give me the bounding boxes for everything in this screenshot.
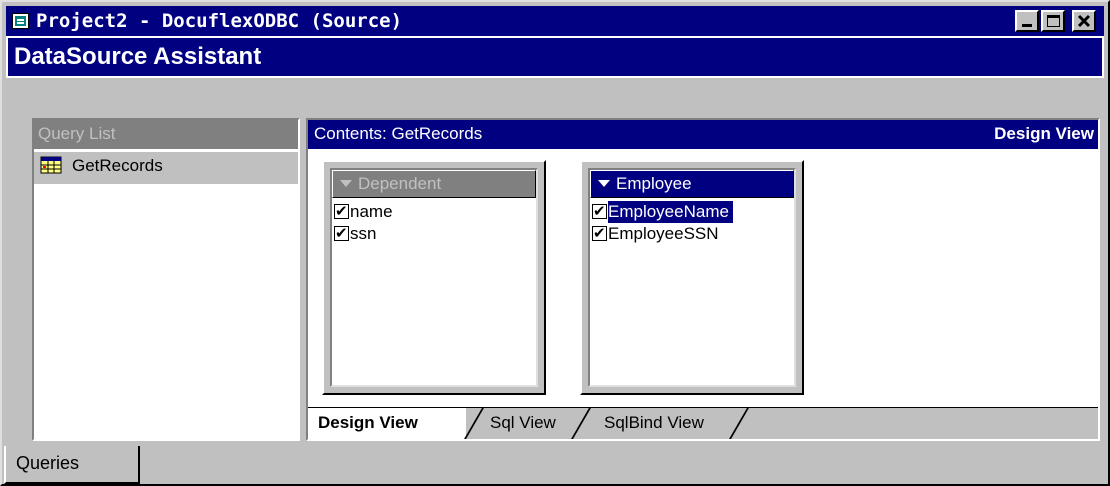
table-employee[interactable]: Employee EmployeeName EmployeeSSN xyxy=(580,160,804,395)
tab-divider xyxy=(464,408,484,439)
minimize-button[interactable] xyxy=(1015,10,1039,32)
query-list-panel: Query List GetRecords xyxy=(32,118,300,441)
field-name-checkbox[interactable] xyxy=(334,201,349,223)
table-employee-frame: Employee EmployeeName EmployeeSSN xyxy=(588,168,796,387)
application-icon[interactable] xyxy=(12,13,29,29)
table-employee-header[interactable]: Employee xyxy=(590,170,794,198)
dropdown-arrow-icon[interactable] xyxy=(340,180,352,188)
field-employeename-checkbox[interactable] xyxy=(592,201,607,223)
query-list-item-getrecords[interactable]: GetRecords xyxy=(34,152,298,184)
query-list-header: Query List xyxy=(34,120,298,149)
query-table-icon xyxy=(40,156,62,174)
window-title: Project2 - DocuflexODBC (Source) xyxy=(36,10,403,32)
tab-divider xyxy=(729,408,749,439)
current-view-name: Design View xyxy=(994,124,1094,143)
application-window: Project2 - DocuflexODBC (Source) DataSou… xyxy=(0,0,1110,486)
minimize-icon xyxy=(1022,24,1032,27)
view-tabs: Design View Sql View SqlBind View xyxy=(308,407,1098,439)
close-button[interactable] xyxy=(1072,10,1096,32)
contents-title: Contents: GetRecords xyxy=(314,124,483,143)
field-employeessn-checkbox[interactable] xyxy=(592,223,607,245)
table-dependent-frame: Dependent name ssn xyxy=(330,168,538,387)
title-bar[interactable]: Project2 - DocuflexODBC (Source) xyxy=(6,6,1104,36)
table-dependent-title: Dependent xyxy=(358,174,442,193)
close-icon xyxy=(1077,14,1091,28)
tab-queries[interactable]: Queries xyxy=(4,446,140,484)
contents-panel: Contents: GetRecords Design View Depende… xyxy=(306,118,1100,441)
field-employeename-label: EmployeeName xyxy=(608,201,733,223)
maximize-button[interactable] xyxy=(1041,10,1065,32)
maximize-icon xyxy=(1047,15,1060,27)
query-list-item-label: GetRecords xyxy=(72,156,163,175)
field-ssn-checkbox[interactable] xyxy=(334,223,349,245)
field-employeessn-label: EmployeeSSN xyxy=(608,224,719,243)
table-dependent-header[interactable]: Dependent xyxy=(332,170,536,198)
tab-design-view[interactable]: Design View xyxy=(308,408,466,439)
field-name-label: name xyxy=(350,202,393,221)
tab-sql-view[interactable]: Sql View xyxy=(490,408,556,439)
dropdown-arrow-icon[interactable] xyxy=(598,180,610,188)
assistant-title: DataSource Assistant xyxy=(14,43,262,70)
table-dependent[interactable]: Dependent name ssn xyxy=(322,160,546,395)
tab-divider xyxy=(571,408,591,439)
field-ssn-label: ssn xyxy=(350,224,377,243)
table-employee-title: Employee xyxy=(616,174,692,193)
assistant-header: DataSource Assistant xyxy=(6,36,1104,78)
tab-sqlbind-view[interactable]: SqlBind View xyxy=(604,408,704,439)
contents-header: Contents: GetRecords Design View xyxy=(308,120,1098,149)
